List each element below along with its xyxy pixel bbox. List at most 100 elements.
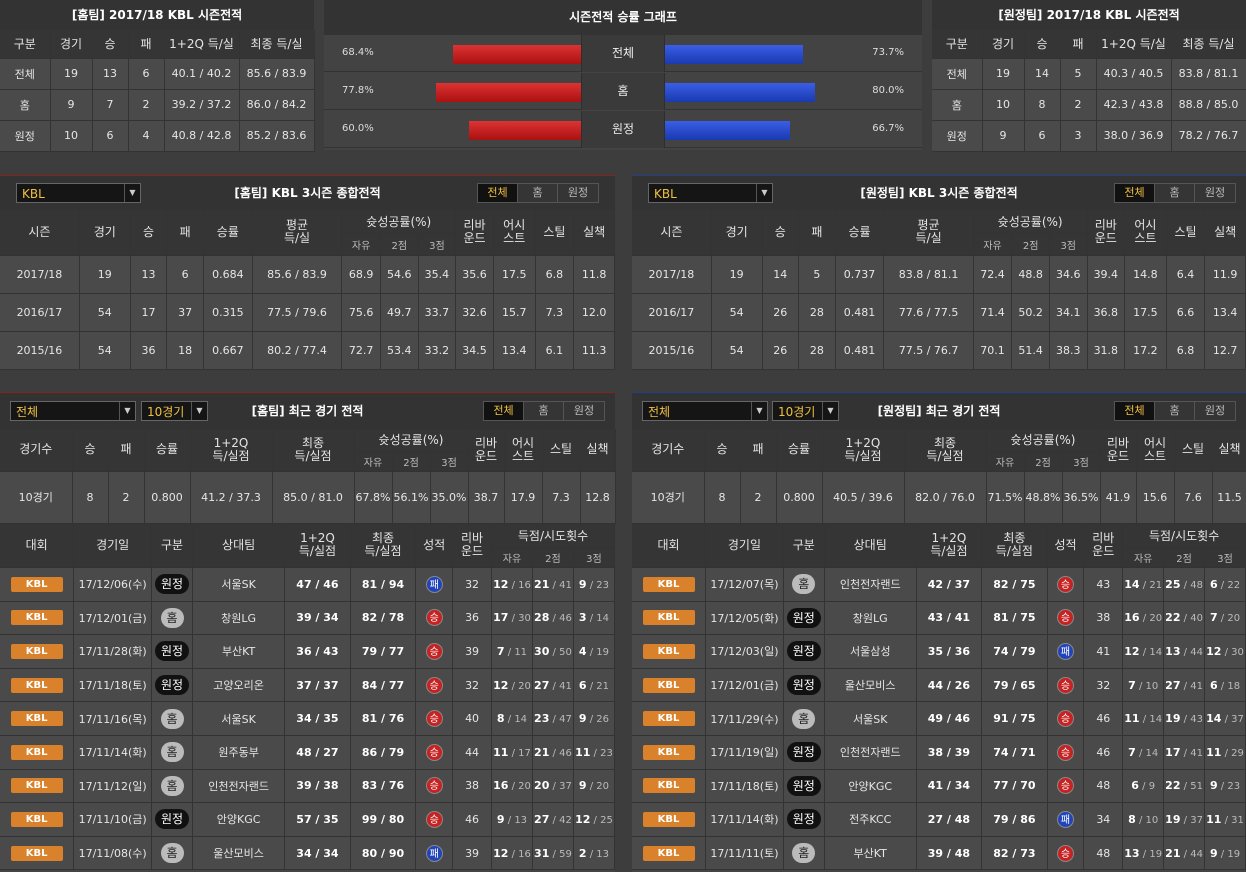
- count-dropdown[interactable]: 10경기 ▼: [772, 401, 839, 421]
- tab-all[interactable]: 전체: [484, 402, 524, 420]
- filter-dropdown[interactable]: 전체 ▼: [642, 401, 768, 421]
- table-cell: 54: [79, 331, 131, 370]
- dropdown-value: 전체: [16, 405, 39, 419]
- opponent-name[interactable]: 안양KGC: [192, 802, 286, 837]
- tab-away[interactable]: 원정: [564, 402, 604, 420]
- separator: /: [1180, 848, 1191, 860]
- column-header-type: 구분: [151, 523, 194, 568]
- attempt-count: 47: [559, 714, 572, 726]
- opponent-name[interactable]: 부산KT: [824, 836, 917, 871]
- table-cell: 6.1: [535, 331, 575, 370]
- table-cell: 0.315: [203, 293, 253, 332]
- home-recent-games: 대회 경기일 구분 상대팀 1+2Q 득/실점 최종 득/실점 성적 리바 운드 득점/시도횟수…: [0, 523, 616, 871]
- attempt-count: 46: [559, 747, 572, 759]
- opponent-name[interactable]: 울산모비스: [192, 836, 286, 871]
- opponent-name[interactable]: 창원LG: [192, 601, 286, 636]
- table-cell: 33.7: [418, 293, 457, 332]
- opponent-name[interactable]: 서울SK: [192, 567, 286, 602]
- separator: /: [549, 814, 560, 826]
- shot-p3: 11 / 31: [1204, 802, 1246, 837]
- column-header-avg: 평균 득/실: [883, 210, 974, 256]
- table-cell: 13.4: [1204, 293, 1246, 332]
- table-cell: 71.5%: [986, 471, 1025, 524]
- half-score: 41 / 34: [916, 769, 983, 804]
- table-cell: 10경기: [632, 471, 705, 524]
- opponent-name[interactable]: 서울SK: [824, 701, 917, 736]
- table-cell: 17.5: [1124, 293, 1167, 332]
- opponent-name[interactable]: 창원LG: [824, 601, 917, 636]
- column-header-season: 시즌: [0, 210, 80, 256]
- shot-ft: 7 / 14: [1122, 735, 1165, 770]
- shot-p2: 27 / 42: [532, 802, 574, 837]
- count-dropdown[interactable]: 10경기 ▼: [141, 401, 208, 421]
- table-cell: 35.6: [455, 255, 494, 294]
- rebounds: 46: [452, 802, 493, 837]
- result-cell: 승: [415, 701, 454, 736]
- table-cell: 83.8 / 81.1: [1171, 58, 1246, 90]
- attempt-count: 19: [1227, 848, 1241, 860]
- game-row: KBL 17/12/05(화) 원정 창원LG 43 / 41 81 / 75 승 38 16 …: [632, 601, 1246, 636]
- venue-badge: 홈: [160, 775, 184, 796]
- opponent-name[interactable]: 안양KGC: [824, 769, 917, 804]
- attempt-count: 14: [1149, 714, 1163, 726]
- made-count: 25: [1165, 577, 1181, 591]
- opponent-name[interactable]: 인천전자랜드: [824, 567, 917, 602]
- table-cell: 38.3: [1049, 331, 1088, 370]
- attempt-count: 21: [1149, 579, 1163, 591]
- tab-home[interactable]: 홈: [1155, 402, 1195, 420]
- made-count: 7: [1128, 745, 1136, 759]
- game-date: 17/11/29(수): [705, 701, 784, 736]
- column-header-ft: 자유: [986, 451, 1025, 472]
- opponent-name[interactable]: 울산모비스: [824, 668, 917, 703]
- opponent-name[interactable]: 고양오리온: [192, 668, 286, 703]
- separator: /: [1135, 747, 1146, 759]
- rebounds: 39: [452, 836, 493, 871]
- final-score: 80 / 90: [350, 836, 417, 871]
- table-cell: 15.6: [1136, 471, 1175, 524]
- separator: /: [1221, 714, 1232, 726]
- separator: /: [549, 579, 560, 591]
- tab-away[interactable]: 원정: [1195, 402, 1235, 420]
- opponent-name[interactable]: 전주KCC: [824, 802, 917, 837]
- opponent-name[interactable]: 인천전자랜드: [824, 735, 917, 770]
- table-cell: 홈: [932, 89, 983, 121]
- attempt-count: 14: [1145, 747, 1159, 759]
- shot-ft: 17 / 30: [491, 601, 533, 636]
- result-cell: 승: [415, 634, 454, 669]
- tab-away[interactable]: 원정: [1195, 184, 1235, 202]
- opponent-name[interactable]: 서울삼성: [824, 634, 917, 669]
- tab-home[interactable]: 홈: [1155, 184, 1195, 202]
- rebounds: 48: [1083, 769, 1124, 804]
- opponent-name[interactable]: 원주동부: [192, 735, 286, 770]
- opponent-name[interactable]: 부산KT: [192, 634, 286, 669]
- opponent-name[interactable]: 인천전자랜드: [192, 769, 286, 804]
- rebounds: 34: [1083, 802, 1124, 837]
- game-row: KBL 17/11/28(화) 원정 부산KT 36 / 43 79 / 77 승 39 7 /…: [0, 634, 616, 669]
- league-dropdown[interactable]: KBL ▼: [16, 183, 141, 203]
- panel-header: 전체 ▼ 10경기 ▼ [원정팀] 최근 경기 전적 전체 홈 원정: [632, 393, 1246, 429]
- tab-home[interactable]: 홈: [524, 402, 564, 420]
- away-winrate-bar: [665, 83, 815, 102]
- made-count: 27: [534, 678, 550, 692]
- league-dropdown[interactable]: KBL ▼: [648, 183, 773, 203]
- column-header-games: 경기: [79, 210, 131, 256]
- column-header-reb: 리바 운드: [452, 523, 493, 568]
- game-date: 17/11/08(수): [73, 836, 153, 871]
- tab-all[interactable]: 전체: [1115, 402, 1155, 420]
- tab-all[interactable]: 전체: [1115, 184, 1155, 202]
- attempt-count: 37: [559, 781, 572, 793]
- tab-home[interactable]: 홈: [518, 184, 558, 202]
- result-badge: 승: [1056, 609, 1074, 627]
- column-header-res: 성적: [415, 523, 454, 568]
- table-cell: 6.8: [1166, 331, 1206, 370]
- table-cell: 54.6: [380, 255, 419, 294]
- tab-away[interactable]: 원정: [558, 184, 598, 202]
- tab-all[interactable]: 전체: [478, 184, 518, 202]
- column-header-to: 실책: [573, 210, 615, 256]
- result-badge: 승: [425, 609, 443, 627]
- filter-dropdown[interactable]: 전체 ▼: [10, 401, 136, 421]
- league-cell: KBL: [632, 836, 707, 871]
- shot-ft: 8 / 14: [491, 701, 533, 736]
- home-season-panel: [홈팀] 2017/18 KBL 시즌전적 구분 경기 승 패 1+2Q 득/실 최종 득…: [0, 0, 315, 152]
- opponent-name[interactable]: 서울SK: [192, 701, 286, 736]
